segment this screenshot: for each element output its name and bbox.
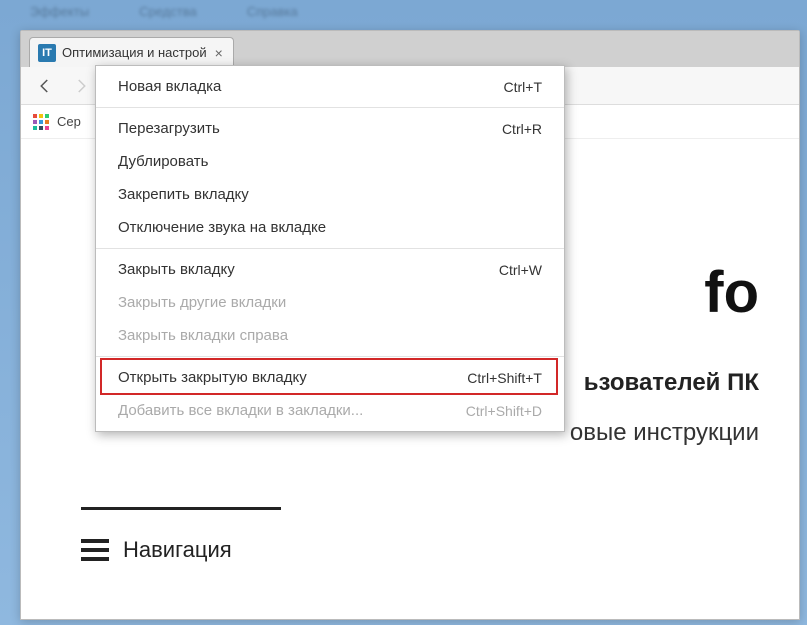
menu-item-label: Закрыть вкладки справа: [118, 327, 288, 344]
navigation-label: Навигация: [123, 537, 232, 563]
menu-item-label: Открыть закрытую вкладку: [118, 369, 307, 386]
menu-item: Добавить все вкладки в закладки... Ctrl+S…: [96, 394, 564, 427]
menu-item[interactable]: Перезагрузить Ctrl+R: [96, 112, 564, 145]
menu-item[interactable]: Новая вкладка Ctrl+T: [96, 70, 564, 103]
menu-separator: [96, 356, 564, 357]
site-subtitle-fragment: ьзователей ПК: [584, 369, 759, 397]
menu-item: Закрыть другие вкладки: [96, 286, 564, 319]
forward-button[interactable]: [67, 72, 95, 100]
site-tagline-fragment: овые инструкции: [570, 419, 759, 447]
hamburger-icon: [81, 539, 109, 561]
menu-item-shortcut: Ctrl+R: [502, 121, 542, 137]
menu-separator: [96, 107, 564, 108]
back-button[interactable]: [31, 72, 59, 100]
tab-strip: IT Оптимизация и настрой ×: [21, 31, 799, 67]
menu-item[interactable]: Открыть закрытую вкладку Ctrl+Shift+T: [96, 361, 564, 394]
site-navigation[interactable]: Навигация: [81, 537, 232, 563]
menu-separator: [96, 248, 564, 249]
menu-item-label: Перезагрузить: [118, 120, 220, 137]
menu-item-shortcut: Ctrl+Shift+T: [467, 370, 542, 386]
background-app-menu: Эффекты Средства Справка: [30, 4, 298, 19]
divider-line: [81, 507, 281, 510]
apps-icon[interactable]: [33, 114, 49, 130]
tab-context-menu: Новая вкладка Ctrl+T Перезагрузить Ctrl+R Ду…: [95, 65, 565, 432]
menu-item: Закрыть вкладки справа: [96, 319, 564, 352]
bookmark-label[interactable]: Сер: [57, 114, 81, 129]
browser-tab[interactable]: IT Оптимизация и настрой ×: [29, 37, 234, 67]
menu-item-shortcut: Ctrl+W: [499, 262, 542, 278]
tab-favicon: IT: [38, 44, 56, 62]
menu-item-label: Закрыть вкладку: [118, 261, 235, 278]
tab-title: Оптимизация и настрой: [62, 45, 207, 60]
menu-item-label: Закрыть другие вкладки: [118, 294, 286, 311]
close-icon[interactable]: ×: [213, 45, 225, 61]
menu-item-shortcut: Ctrl+Shift+D: [466, 403, 542, 419]
menu-item[interactable]: Закрыть вкладку Ctrl+W: [96, 253, 564, 286]
menu-item-label: Новая вкладка: [118, 78, 221, 95]
menu-item-label: Дублировать: [118, 153, 208, 170]
menu-item-shortcut: Ctrl+T: [504, 79, 543, 95]
site-logo-fragment: fo: [704, 259, 759, 326]
menu-item-label: Отключение звука на вкладке: [118, 219, 326, 236]
menu-item-label: Закрепить вкладку: [118, 186, 249, 203]
menu-item[interactable]: Закрепить вкладку: [96, 178, 564, 211]
menu-item[interactable]: Отключение звука на вкладке: [96, 211, 564, 244]
menu-item-label: Добавить все вкладки в закладки...: [118, 402, 363, 419]
menu-item[interactable]: Дублировать: [96, 145, 564, 178]
